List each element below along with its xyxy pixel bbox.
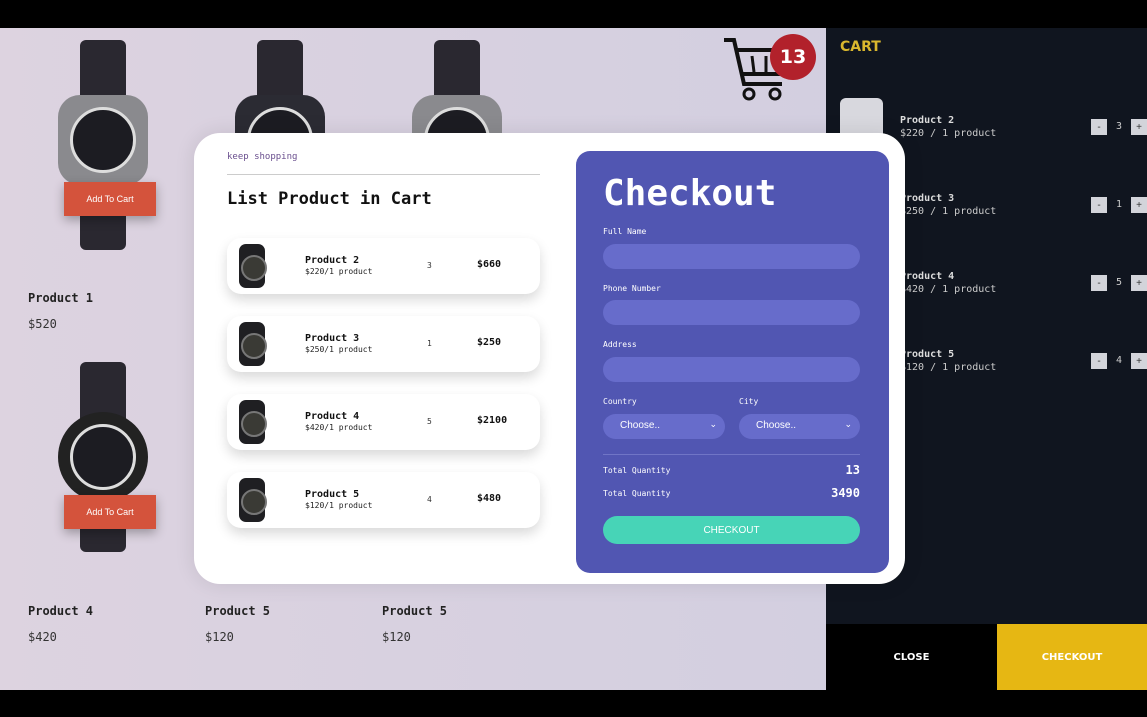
product-price: $120 [382, 630, 411, 644]
total-price-value: 3490 [831, 486, 860, 500]
address-label: Address [603, 340, 637, 349]
cart-title: CART [840, 39, 881, 55]
checkout-form: Checkout Full Name Phone Number Address … [576, 151, 889, 573]
product-thumbnail [239, 244, 267, 288]
chevron-down-icon: ⌄ [709, 419, 717, 429]
close-button[interactable]: CLOSE [826, 624, 997, 690]
increase-button[interactable]: + [1131, 119, 1147, 135]
item-total: $250 [477, 337, 502, 348]
item-name: Product 3 [305, 333, 360, 344]
item-price: $250 / 1 product [900, 206, 997, 217]
item-quantity: 4 [427, 495, 432, 504]
cart-list-item: Product 2 $220/1 product 3 $660 [227, 238, 540, 294]
address-input[interactable] [603, 357, 860, 382]
product-name: Product 5 [382, 604, 448, 618]
item-name: Product 2 [900, 115, 955, 126]
item-price: $220 / 1 product [900, 128, 997, 139]
product-price: $520 [28, 317, 57, 331]
divider [603, 454, 860, 455]
product-thumbnail [239, 400, 267, 444]
cart-list-item: Product 4 $420/1 product 5 $2100 [227, 394, 540, 450]
item-name: Product 4 [900, 271, 955, 282]
product-thumbnail [239, 322, 267, 366]
cart-list-item: Product 5 $120/1 product 4 $480 [227, 472, 540, 528]
item-price: $250/1 product [305, 345, 373, 354]
item-total: $660 [477, 259, 502, 270]
item-price: $120 / 1 product [900, 362, 997, 373]
city-label: City [739, 397, 759, 406]
item-name: Product 2 [305, 255, 360, 266]
cart-list-item: Product 3 $250/1 product 1 $250 [227, 316, 540, 372]
product-price: $120 [205, 630, 234, 644]
item-name: Product 4 [305, 411, 360, 422]
increase-button[interactable]: + [1131, 353, 1147, 369]
increase-button[interactable]: + [1131, 275, 1147, 291]
cart-count-badge: 13 [770, 34, 816, 80]
item-price: $420 / 1 product [900, 284, 997, 295]
keep-shopping-link[interactable]: keep shopping [227, 152, 297, 162]
decrease-button[interactable]: - [1091, 275, 1107, 291]
item-price: $120/1 product [305, 501, 373, 510]
item-price: $220/1 product [305, 267, 373, 276]
item-price: $420/1 product [305, 423, 373, 432]
item-quantity: 5 [427, 417, 432, 426]
item-name: Product 5 [900, 349, 955, 360]
total-quantity-value: 13 [845, 463, 860, 477]
decrease-button[interactable]: - [1091, 197, 1107, 213]
add-to-cart-button[interactable]: Add To Cart [64, 182, 156, 216]
country-select[interactable]: Choose.. ⌄ [603, 414, 725, 439]
item-quantity: 3 [1116, 121, 1123, 132]
item-quantity: 1 [427, 339, 432, 348]
item-quantity: 1 [1116, 199, 1123, 210]
item-quantity: 5 [1116, 277, 1123, 288]
list-title: List Product in Cart [227, 189, 432, 209]
phone-input[interactable] [603, 300, 860, 325]
item-quantity: 3 [427, 261, 432, 270]
increase-button[interactable]: + [1131, 197, 1147, 213]
item-total: $2100 [477, 415, 508, 426]
full-name-input[interactable] [603, 244, 860, 269]
city-value: Choose.. [756, 420, 797, 431]
total-quantity-label: Total Quantity [603, 466, 671, 475]
total-price-label: Total Quantity [603, 489, 671, 498]
city-select[interactable]: Choose.. ⌄ [739, 414, 860, 439]
product-name: Product 1 [28, 291, 94, 305]
add-to-cart-button[interactable]: Add To Cart [64, 495, 156, 529]
checkout-title: Checkout [603, 173, 777, 214]
item-total: $480 [477, 493, 502, 504]
product-thumbnail [239, 478, 267, 522]
phone-label: Phone Number [603, 284, 661, 293]
decrease-button[interactable]: - [1091, 353, 1107, 369]
country-value: Choose.. [620, 420, 661, 431]
divider [227, 174, 540, 175]
checkout-modal: keep shopping List Product in Cart Produ… [194, 133, 905, 584]
product-price: $420 [28, 630, 57, 644]
product-name: Product 4 [28, 604, 94, 618]
sidebar-checkout-button[interactable]: CHECKOUT [997, 624, 1147, 690]
checkout-button[interactable]: CHECKOUT [603, 516, 860, 544]
item-quantity: 4 [1116, 355, 1123, 366]
country-label: Country [603, 397, 637, 406]
chevron-down-icon: ⌄ [844, 419, 852, 429]
product-name: Product 5 [205, 604, 271, 618]
item-name: Product 5 [305, 489, 360, 500]
full-name-label: Full Name [603, 227, 647, 236]
item-name: Product 3 [900, 193, 955, 204]
decrease-button[interactable]: - [1091, 119, 1107, 135]
